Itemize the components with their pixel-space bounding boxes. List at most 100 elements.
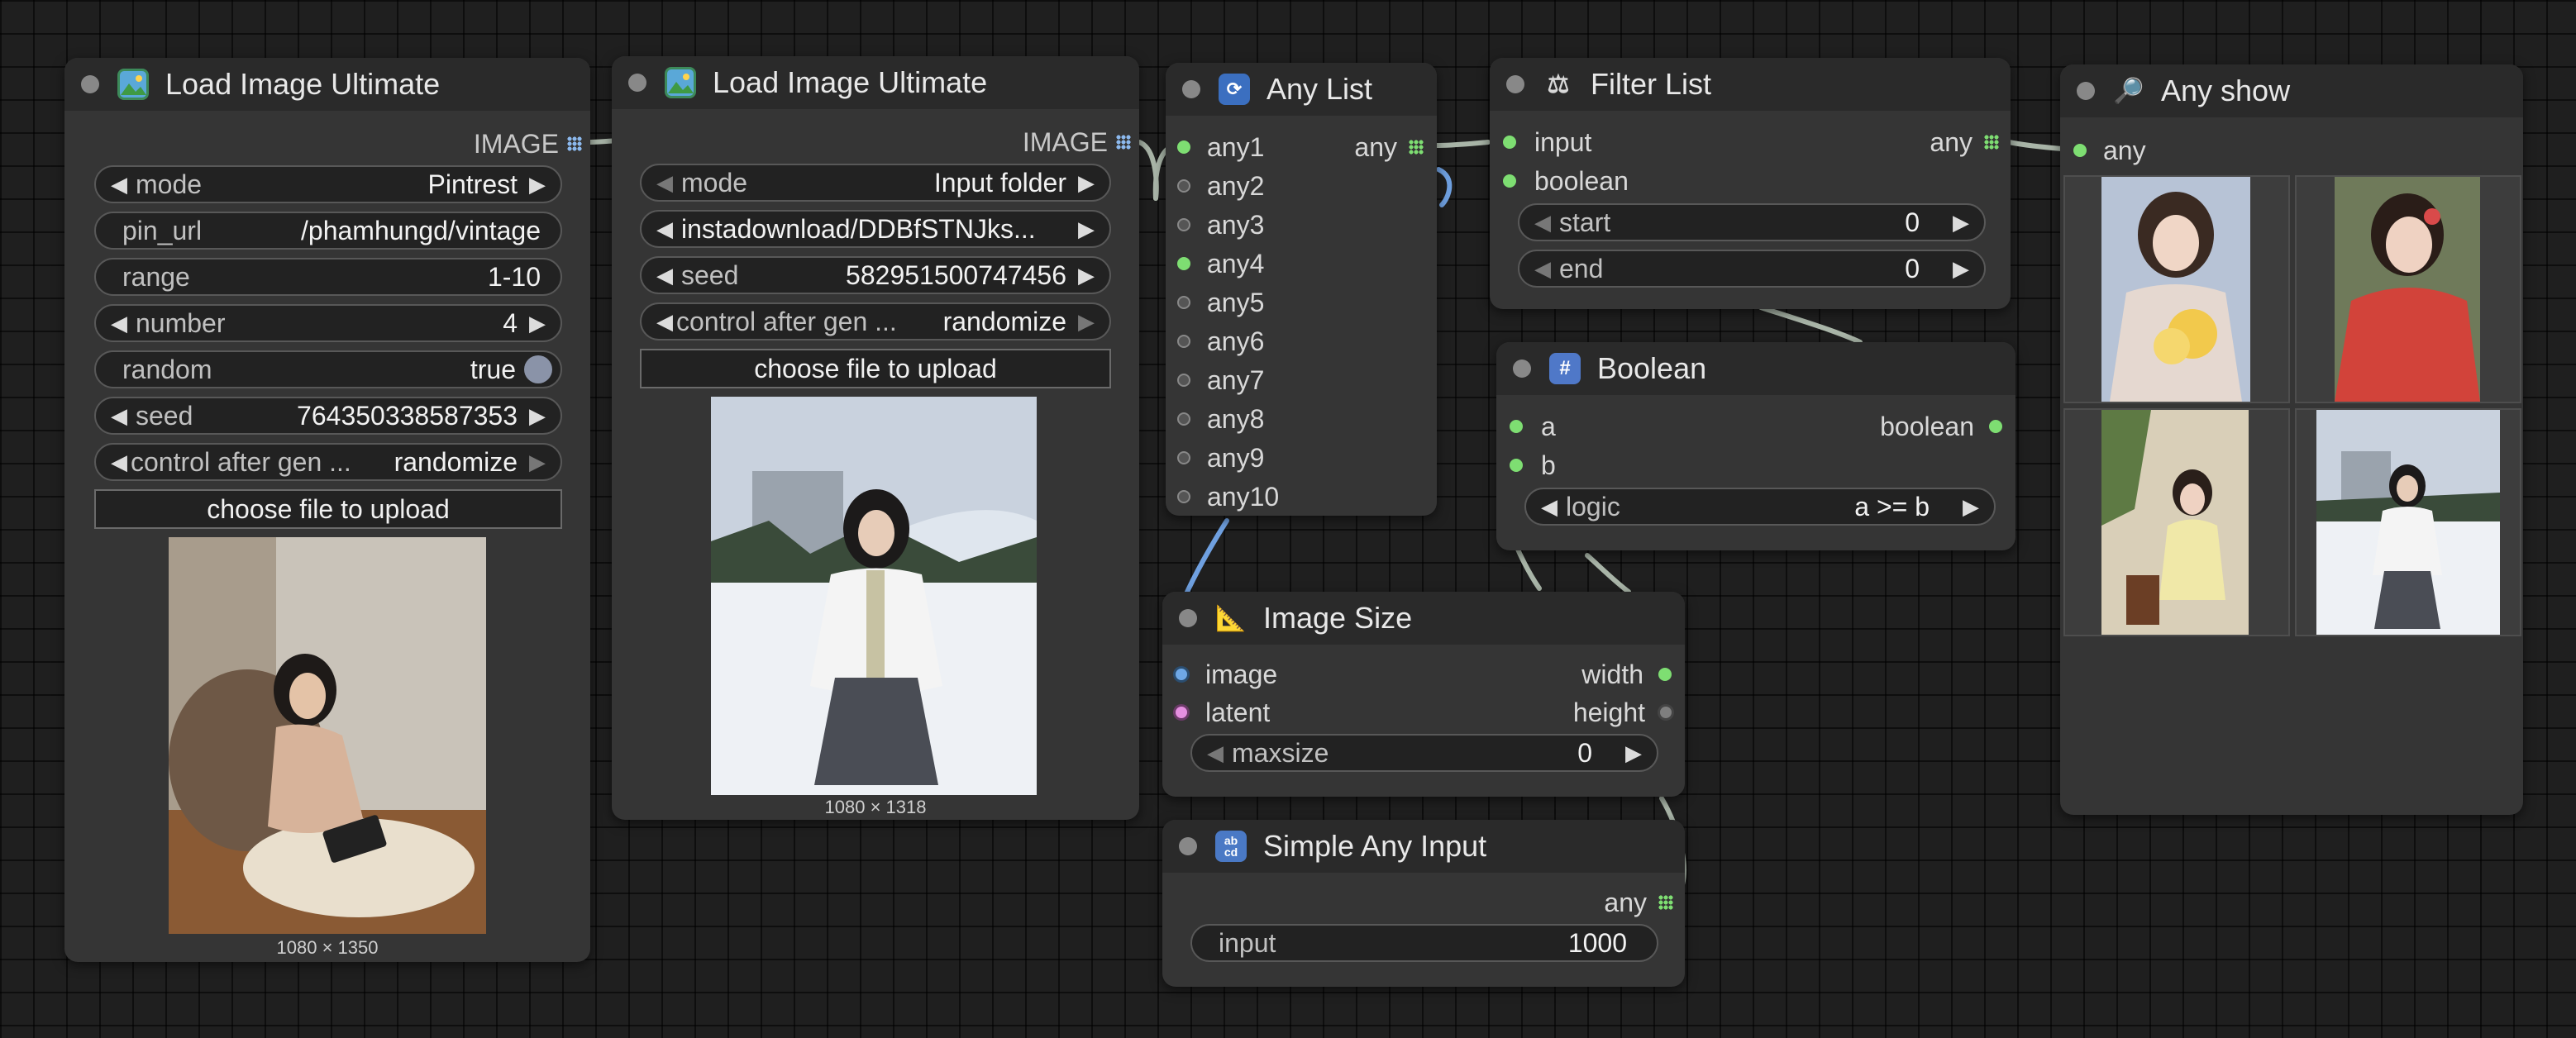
output-pin[interactable] — [1984, 135, 1999, 150]
node-any-list[interactable]: ⟳ Any List any any1 any2 any3 any4 any5 … — [1166, 63, 1437, 516]
thumbnail-image[interactable] — [2295, 408, 2521, 636]
collapse-toggle[interactable] — [81, 75, 99, 93]
output-any[interactable]: any — [1604, 886, 1673, 919]
arrow-left-icon[interactable]: ◀ — [111, 403, 127, 429]
arrow-left-icon[interactable]: ◀ — [1207, 740, 1224, 766]
thumbnail-image[interactable] — [2063, 408, 2290, 636]
toggle-knob[interactable] — [524, 355, 552, 383]
arrow-left-icon[interactable]: ◀ — [656, 263, 673, 288]
output-image[interactable]: IMAGE — [1023, 126, 1131, 159]
input-pin[interactable] — [1177, 140, 1190, 154]
arrow-left-icon[interactable]: ◀ — [1541, 494, 1558, 520]
arrow-right-icon[interactable]: ▶ — [529, 311, 546, 336]
input-pin[interactable] — [1503, 174, 1516, 188]
input-pin[interactable] — [1503, 136, 1516, 149]
input-pin[interactable] — [1177, 335, 1190, 348]
arrow-left-icon[interactable]: ◀ — [111, 450, 127, 475]
output-pin[interactable] — [567, 136, 582, 151]
random-toggle[interactable]: random true — [94, 350, 562, 388]
input-pin[interactable] — [1177, 412, 1190, 426]
collapse-toggle[interactable] — [1182, 80, 1200, 98]
file-combo[interactable]: ◀ instadownload/DDBfSTNJks... ▶ — [640, 210, 1111, 248]
input-pin[interactable] — [1177, 257, 1190, 270]
collapse-toggle[interactable] — [1513, 359, 1531, 378]
node-load-image-1[interactable]: Load Image Ultimate IMAGE ◀ mode Pintres… — [64, 58, 590, 962]
arrow-right-icon[interactable]: ▶ — [1625, 740, 1642, 766]
input-any10[interactable]: any10 — [1177, 480, 1279, 513]
pin-url-field[interactable]: pin_url /phamhungd/vintage — [94, 212, 562, 250]
arrow-right-icon[interactable]: ▶ — [1953, 210, 1969, 236]
end-stepper[interactable]: ◀ end 0 ▶ — [1518, 250, 1986, 288]
maxsize-stepper[interactable]: ◀ maxsize 0 ▶ — [1190, 734, 1658, 772]
arrow-right-icon[interactable]: ▶ — [1963, 494, 1979, 520]
arrow-left-icon[interactable]: ◀ — [1534, 210, 1551, 236]
input-pin[interactable] — [1176, 707, 1187, 718]
input-latent[interactable]: latent — [1176, 696, 1270, 729]
output-any[interactable]: any — [1354, 131, 1424, 164]
input-pin[interactable] — [1177, 218, 1190, 231]
output-width[interactable]: width — [1581, 658, 1672, 691]
input-b[interactable]: b — [1510, 449, 1556, 482]
input-pin[interactable] — [1177, 490, 1190, 503]
input-any7[interactable]: any7 — [1177, 364, 1264, 397]
output-pin[interactable] — [1660, 707, 1672, 718]
input-any9[interactable]: any9 — [1177, 441, 1264, 474]
collapse-toggle[interactable] — [628, 74, 646, 92]
input-input[interactable]: input — [1503, 126, 1591, 159]
input-a[interactable]: a — [1510, 410, 1556, 443]
arrow-right-icon[interactable]: ▶ — [1078, 263, 1095, 288]
seed-stepper[interactable]: ◀ seed 764350338587353 ▶ — [94, 397, 562, 435]
node-load-image-2[interactable]: Load Image Ultimate IMAGE ◀ mode Input f… — [612, 56, 1139, 820]
output-height[interactable]: height — [1573, 696, 1672, 729]
output-boolean[interactable]: boolean — [1880, 410, 2002, 443]
choose-file-button[interactable]: choose file to upload — [94, 489, 562, 529]
input-any1[interactable]: any1 — [1177, 131, 1264, 164]
node-header[interactable]: # Boolean — [1496, 342, 2015, 395]
logic-combo[interactable]: ◀ logic a >= b ▶ — [1524, 488, 1996, 526]
thumbnail-image[interactable] — [2063, 175, 2290, 403]
output-pin[interactable] — [1658, 895, 1673, 910]
node-simple-any-input[interactable]: ab cd Simple Any Input any input 1000 — [1162, 820, 1685, 987]
node-image-size[interactable]: 📐 Image Size image latent width height ◀… — [1162, 592, 1685, 797]
control-after-gen-combo[interactable]: ◀ control after gen ... randomize ▶ — [640, 302, 1111, 340]
arrow-right-icon[interactable]: ▶ — [1078, 309, 1095, 335]
input-any2[interactable]: any2 — [1177, 169, 1264, 202]
arrow-left-icon[interactable]: ◀ — [656, 217, 673, 242]
arrow-left-icon[interactable]: ◀ — [111, 311, 127, 336]
output-pin[interactable] — [1989, 420, 2002, 433]
output-pin[interactable] — [1116, 135, 1131, 150]
collapse-toggle[interactable] — [1506, 75, 1524, 93]
node-header[interactable]: Load Image Ultimate — [64, 58, 590, 111]
input-any[interactable]: any — [2073, 134, 2146, 167]
input-pin[interactable] — [1510, 459, 1523, 472]
input-any4[interactable]: any4 — [1177, 247, 1264, 280]
node-header[interactable]: ab cd Simple Any Input — [1162, 820, 1685, 873]
control-after-gen-combo[interactable]: ◀ control after gen ... randomize ▶ — [94, 443, 562, 481]
collapse-toggle[interactable] — [1179, 609, 1197, 627]
input-pin[interactable] — [2073, 144, 2087, 157]
collapse-toggle[interactable] — [1179, 837, 1197, 855]
input-any5[interactable]: any5 — [1177, 286, 1264, 319]
output-any[interactable]: any — [1930, 126, 1999, 159]
arrow-right-icon[interactable]: ▶ — [529, 172, 546, 198]
thumbnail-image[interactable] — [2295, 175, 2521, 403]
input-field[interactable]: input 1000 — [1190, 924, 1658, 962]
node-header[interactable]: 🔎 Any show — [2060, 64, 2523, 117]
input-pin[interactable] — [1510, 420, 1523, 433]
input-image[interactable]: image — [1176, 658, 1277, 691]
node-header[interactable]: Load Image Ultimate — [612, 56, 1139, 109]
node-filter-list[interactable]: ⚖ Filter List input boolean any ◀ start … — [1490, 58, 2011, 309]
output-pin[interactable] — [1658, 668, 1672, 681]
node-any-show[interactable]: 🔎 Any show any — [2060, 64, 2523, 815]
number-stepper[interactable]: ◀ number 4 ▶ — [94, 304, 562, 342]
seed-stepper[interactable]: ◀ seed 582951500747456 ▶ — [640, 256, 1111, 294]
mode-combo[interactable]: ◀ mode Input folder ▶ — [640, 164, 1111, 202]
arrow-left-icon[interactable]: ◀ — [656, 309, 673, 335]
collapse-toggle[interactable] — [2077, 82, 2095, 100]
input-pin[interactable] — [1177, 296, 1190, 309]
arrow-right-icon[interactable]: ▶ — [1953, 256, 1969, 282]
input-any6[interactable]: any6 — [1177, 325, 1264, 358]
input-pin[interactable] — [1176, 669, 1187, 680]
node-header[interactable]: ⚖ Filter List — [1490, 58, 2011, 111]
choose-file-button[interactable]: choose file to upload — [640, 349, 1111, 388]
